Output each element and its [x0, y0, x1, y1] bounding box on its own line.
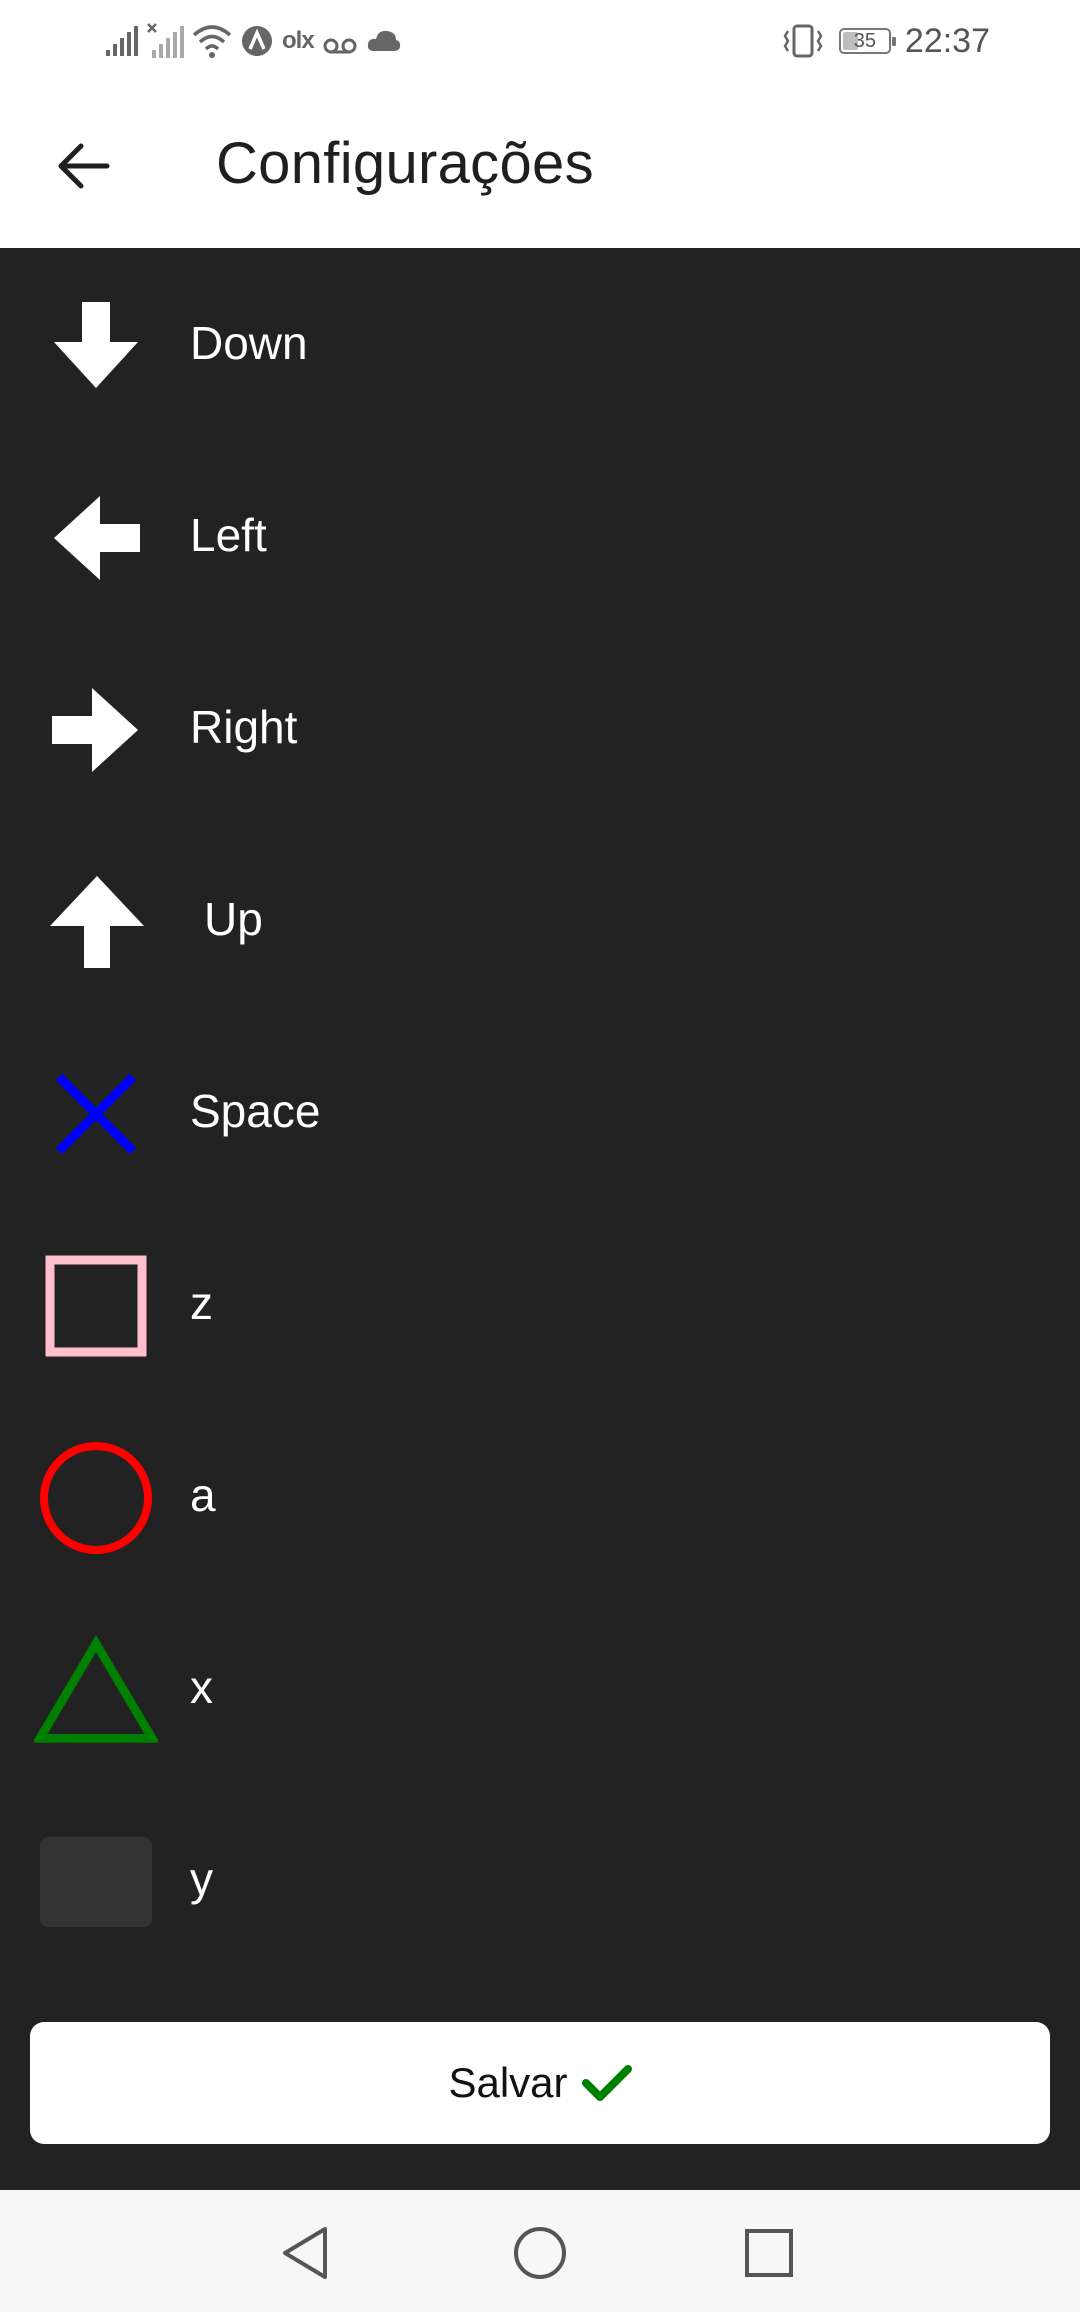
- status-bar: olx 35 22:37: [0, 0, 1080, 82]
- mapping-label: a: [190, 1469, 216, 1521]
- mapping-row-y[interactable]: y: [0, 1786, 1080, 1978]
- battery-icon: 35: [838, 28, 896, 54]
- signal-no-sim-icon: [147, 23, 184, 58]
- checkmark-icon: [581, 2065, 632, 2101]
- back-button[interactable]: [52, 134, 116, 198]
- wifi-icon: [192, 25, 232, 58]
- mapping-row-x[interactable]: x: [0, 1594, 1080, 1786]
- arrow-left-icon: [58, 143, 110, 189]
- mapping-row-down[interactable]: Down: [0, 250, 1080, 442]
- page-title: Configurações: [216, 131, 594, 196]
- mapping-label: Space: [190, 1085, 321, 1137]
- blank-key-box: [40, 1837, 152, 1927]
- mapping-label: x: [190, 1661, 213, 1713]
- nav-home-button[interactable]: [505, 2218, 575, 2288]
- mapping-row-z[interactable]: z: [0, 1210, 1080, 1402]
- status-time: 22:37: [904, 21, 990, 60]
- cross-icon: [34, 1060, 158, 1168]
- arrow-up-icon: [34, 868, 158, 976]
- cloud-icon: [367, 30, 400, 51]
- voicemail-icon: [323, 38, 357, 54]
- recents-square-icon: [745, 2229, 793, 2277]
- mapping-row-right[interactable]: Right: [0, 634, 1080, 826]
- key-mapping-list: Down Left Right Up Space z a x y Salvar: [0, 248, 1080, 2190]
- nav-recents-button[interactable]: [734, 2218, 804, 2288]
- back-triangle-icon: [283, 2227, 327, 2279]
- app-bar: Configurações: [0, 82, 1080, 248]
- status-icons-left: olx: [104, 20, 402, 62]
- home-circle-icon: [514, 2227, 566, 2279]
- blank-key-icon: [34, 1828, 158, 1936]
- olx-icon: olx: [282, 27, 315, 54]
- arrow-down-icon: [34, 292, 158, 400]
- status-icons-right: 35 22:37: [781, 18, 990, 64]
- system-nav-bar: [0, 2190, 1080, 2312]
- mapping-row-left[interactable]: Left: [0, 442, 1080, 634]
- save-button-label: Salvar: [448, 2059, 568, 2106]
- arrow-left-icon: [34, 484, 158, 592]
- signal-icon: [106, 26, 138, 56]
- mapping-row-a[interactable]: a: [0, 1402, 1080, 1594]
- mapping-label: Left: [190, 509, 267, 561]
- circle-icon: [34, 1442, 158, 1554]
- save-button[interactable]: Salvar: [30, 2022, 1050, 2144]
- mapping-label: Down: [190, 317, 308, 369]
- mapping-label: Right: [190, 701, 298, 753]
- app-a-icon: [242, 26, 272, 56]
- mapping-label: y: [190, 1853, 213, 1905]
- arrow-right-icon: [34, 676, 158, 784]
- mapping-row-up[interactable]: Up: [0, 826, 1080, 1018]
- mapping-label: z: [190, 1277, 213, 1329]
- battery-level: 35: [853, 29, 877, 52]
- mapping-row-space[interactable]: Space: [0, 1018, 1080, 1210]
- triangle-icon: [34, 1634, 158, 1744]
- mapping-label: Up: [204, 893, 263, 945]
- vibrate-icon: [783, 24, 823, 58]
- square-icon: [34, 1252, 158, 1360]
- nav-back-button[interactable]: [272, 2218, 342, 2288]
